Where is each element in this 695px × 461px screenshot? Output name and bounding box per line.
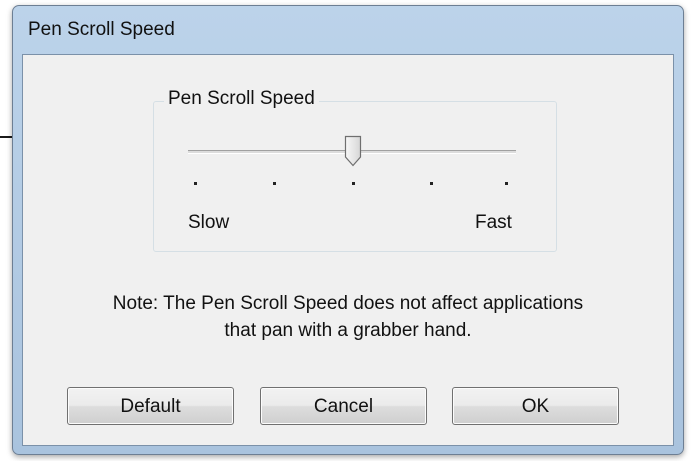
scroll-speed-groupbox: Pen Scroll Speed Slow Fast — [153, 88, 557, 252]
slider-tick — [352, 182, 355, 185]
ok-button[interactable]: OK — [452, 387, 619, 425]
slider-tick — [430, 182, 433, 185]
cancel-button[interactable]: Cancel — [260, 387, 427, 425]
default-button[interactable]: Default — [67, 387, 234, 425]
slider-tick — [194, 182, 197, 185]
slider-max-label: Fast — [475, 212, 512, 233]
window-title: Pen Scroll Speed — [28, 19, 175, 40]
slider-min-label: Slow — [188, 212, 230, 233]
dialog-window: Pen Scroll Speed Pen Scroll Speed Slow F… — [12, 5, 684, 455]
note-text: Note: The Pen Scroll Speed does not affe… — [23, 290, 673, 344]
dialog-client-area: Pen Scroll Speed Slow Fast Note: The Pen… — [22, 54, 674, 446]
groupbox-title: Pen Scroll Speed — [164, 88, 319, 110]
slider-thumb[interactable] — [344, 135, 362, 167]
slider-tick — [273, 182, 276, 185]
note-line-1: Note: The Pen Scroll Speed does not affe… — [112, 293, 584, 314]
title-bar[interactable]: Pen Scroll Speed — [13, 6, 683, 56]
slider-tick — [505, 182, 508, 185]
note-line-2: that pan with a grabber hand. — [224, 320, 472, 341]
